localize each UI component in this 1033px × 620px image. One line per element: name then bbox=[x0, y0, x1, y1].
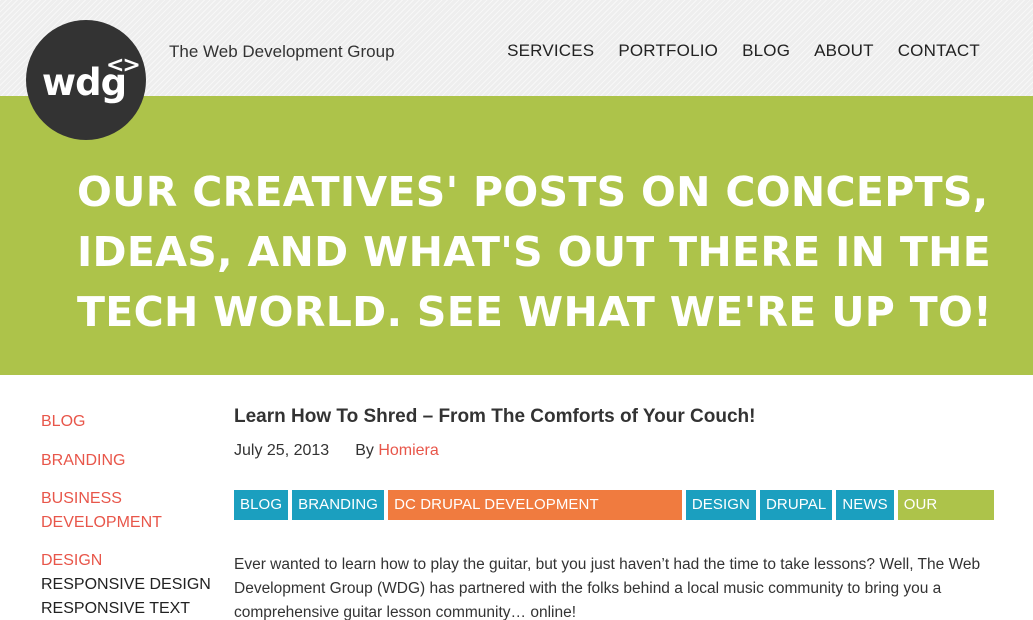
post-title[interactable]: Learn How To Shred – From The Comforts o… bbox=[234, 404, 994, 430]
code-brackets-icon: <> bbox=[106, 53, 141, 78]
category-sidebar: BLOG BRANDING BUSINESS DEVELOPMENT DESIG… bbox=[41, 410, 221, 620]
sidebar-item-blog[interactable]: BLOG bbox=[41, 410, 221, 434]
nav-portfolio[interactable]: PORTFOLIO bbox=[618, 41, 718, 61]
nav-blog[interactable]: BLOG bbox=[742, 41, 790, 61]
post-meta: July 25, 2013 By Homiera bbox=[234, 442, 994, 460]
tag-our-work[interactable]: OUR WORK bbox=[897, 490, 994, 543]
sidebar-item-design[interactable]: DESIGN bbox=[41, 549, 221, 573]
tag-blog[interactable]: BLOG bbox=[234, 490, 289, 520]
site-header: The Web Development Group SERVICES PORTF… bbox=[0, 0, 1033, 96]
wdg-logo[interactable]: wdg <> bbox=[26, 20, 146, 140]
tag-design[interactable]: DESIGN bbox=[685, 490, 756, 520]
site-name[interactable]: The Web Development Group bbox=[169, 42, 395, 62]
tag-news[interactable]: NEWS bbox=[836, 490, 894, 520]
tag-drupal[interactable]: DRUPAL bbox=[759, 490, 833, 520]
nav-about[interactable]: ABOUT bbox=[814, 41, 874, 61]
sidebar-subitem-responsive-text[interactable]: RESPONSIVE TEXT bbox=[41, 597, 221, 620]
by-label: By bbox=[355, 442, 374, 459]
post-date: July 25, 2013 bbox=[234, 442, 330, 459]
tag-branding[interactable]: BRANDING bbox=[292, 490, 385, 520]
sidebar-item-branding[interactable]: BRANDING bbox=[41, 449, 221, 473]
tag-dc-drupal-development-company[interactable]: DC DRUPAL DEVELOPMENT COMPANY bbox=[388, 490, 682, 543]
hero-banner: OUR CREATIVES' POSTS ON CONCEPTS, IDEAS,… bbox=[0, 96, 1033, 375]
sidebar-subitem-responsive-design[interactable]: RESPONSIVE DESIGN bbox=[41, 573, 221, 597]
hero-headline: OUR CREATIVES' POSTS ON CONCEPTS, IDEAS,… bbox=[77, 168, 993, 336]
author-link[interactable]: Homiera bbox=[378, 442, 438, 459]
main-nav: SERVICES PORTFOLIO BLOG ABOUT CONTACT bbox=[507, 41, 980, 61]
sidebar-item-business-development[interactable]: BUSINESS DEVELOPMENT bbox=[41, 487, 221, 535]
blog-post: Learn How To Shred – From The Comforts o… bbox=[234, 404, 994, 620]
post-excerpt: Ever wanted to learn how to play the gui… bbox=[234, 556, 981, 620]
nav-services[interactable]: SERVICES bbox=[507, 41, 594, 61]
post-byline: By Homiera bbox=[355, 442, 439, 460]
nav-contact[interactable]: CONTACT bbox=[898, 41, 980, 61]
post-tags: BLOG BRANDING DC DRUPAL DEVELOPMENT COMPAN… bbox=[234, 490, 994, 543]
